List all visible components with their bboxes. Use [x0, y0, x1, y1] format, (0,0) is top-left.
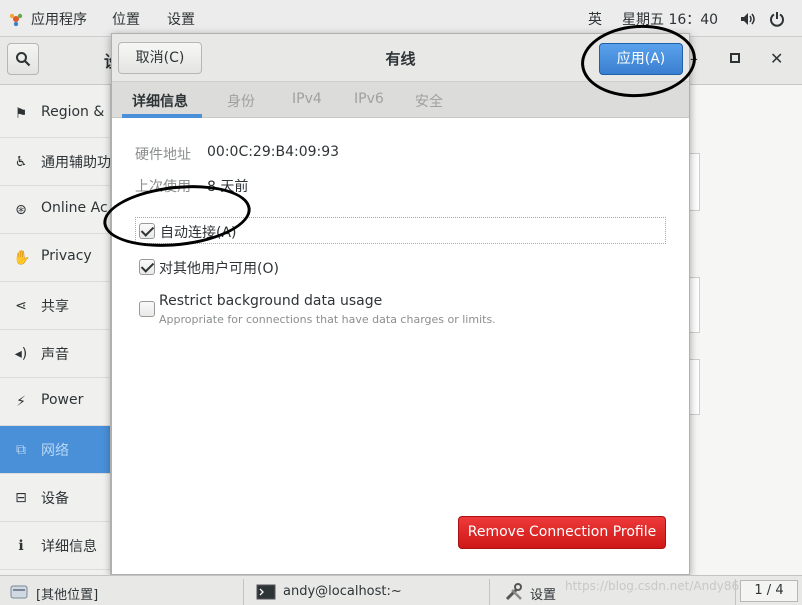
sidebar-item-network[interactable]: ⧉ 网络: [0, 426, 110, 474]
sidebar-item-label: 设备: [41, 491, 69, 507]
sidebar-item-online-accounts[interactable]: ⊛ Online Ac: [0, 186, 110, 234]
auto-connect-label[interactable]: 自动连接(A): [160, 222, 237, 242]
task-label: 设置: [530, 588, 557, 603]
active-tab-indicator: [122, 114, 202, 118]
sidebar-item-label: 通用辅助功: [41, 155, 111, 171]
tools-icon: [505, 583, 522, 601]
task-label: andy@localhost:~: [283, 584, 402, 599]
devices-icon: ⊟: [15, 490, 27, 506]
hardware-address-value: 00:0C:29:B4:09:93: [207, 144, 340, 160]
network-icon: ⧉: [16, 442, 26, 458]
dialog-tabs: 详细信息 身份 IPv4 IPv6 安全: [112, 82, 689, 118]
sidebar-item-power[interactable]: ⚡ Power: [0, 378, 110, 426]
tab-ipv6[interactable]: IPv6: [354, 91, 384, 107]
taskbar: [其他位置] andy@localhost:~ 设置 https://blog.…: [0, 575, 802, 605]
sidebar-item-label: 详细信息: [41, 539, 97, 555]
applications-menu[interactable]: 应用程序: [31, 9, 87, 29]
hardware-address-label: 硬件地址: [135, 147, 191, 163]
restrict-background-description: Appropriate for connections that have da…: [159, 313, 496, 326]
task-terminal[interactable]: andy@localhost:~: [246, 579, 490, 605]
maximize-icon[interactable]: [730, 53, 740, 63]
sidebar-item-label: Power: [41, 392, 84, 408]
places-menu[interactable]: 位置: [112, 9, 140, 29]
sidebar-item-sound[interactable]: ◂) 声音: [0, 330, 110, 378]
task-label: [其他位置]: [36, 588, 99, 603]
top-bar: 应用程序 位置 设置 英 星期五 16：40: [0, 0, 802, 37]
settings-menu[interactable]: 设置: [167, 9, 195, 29]
input-method-indicator[interactable]: 英: [588, 9, 602, 29]
sidebar-item-label: 网络: [41, 443, 69, 459]
online-accounts-icon: ⊛: [15, 202, 27, 218]
settings-sidebar: ⚑ Region & L ♿ 通用辅助功 ⊛ Online Ac ✋ Priva…: [0, 85, 111, 575]
all-users-checkbox[interactable]: [139, 259, 155, 275]
restrict-background-checkbox[interactable]: [139, 301, 155, 317]
power-plug-icon: ⚡: [16, 394, 26, 410]
watermark: https://blog.csdn.net/Andy86666: [565, 579, 763, 593]
volume-icon[interactable]: [740, 12, 756, 26]
power-icon[interactable]: [769, 11, 785, 27]
search-button[interactable]: [7, 43, 39, 75]
search-icon: [16, 52, 31, 67]
tab-ipv4[interactable]: IPv4: [292, 91, 322, 107]
last-used-label: 上次使用: [135, 179, 191, 195]
sidebar-item-accessibility[interactable]: ♿ 通用辅助功: [0, 138, 111, 186]
sidebar-item-sharing[interactable]: ⋖ 共享: [0, 282, 110, 330]
terminal-icon: [256, 584, 276, 600]
auto-connect-checkbox[interactable]: [139, 223, 155, 239]
sidebar-item-privacy[interactable]: ✋ Privacy: [0, 234, 110, 282]
all-users-label[interactable]: 对其他用户可用(O): [159, 258, 279, 278]
last-used-value: 8 天前: [207, 179, 249, 195]
tab-identity[interactable]: 身份: [227, 91, 255, 111]
sidebar-item-label: Online Ac: [41, 200, 108, 216]
applications-menu-icon: [9, 13, 23, 27]
sidebar-item-label: Privacy: [41, 248, 92, 264]
clock[interactable]: 星期五 16：40: [622, 9, 718, 29]
wired-connection-dialog: 取消(C) 有线 应用(A) 详细信息 身份 IPv4 IPv6 安全 硬件地址…: [111, 33, 690, 575]
sidebar-item-details[interactable]: ℹ 详细信息: [0, 522, 110, 570]
flag-icon: ⚑: [14, 106, 28, 122]
tab-security[interactable]: 安全: [415, 91, 443, 111]
file-manager-icon: [10, 585, 28, 599]
apply-button[interactable]: 应用(A): [599, 43, 683, 75]
remove-connection-button[interactable]: Remove Connection Profile: [458, 516, 666, 549]
speaker-icon: ◂): [14, 346, 28, 362]
tab-details[interactable]: 详细信息: [132, 91, 188, 111]
sidebar-item-label: 共享: [41, 299, 69, 315]
sidebar-item-label: Region & L: [41, 104, 111, 120]
accessibility-icon: ♿: [14, 154, 28, 170]
task-other-places[interactable]: [其他位置]: [0, 579, 244, 605]
sidebar-item-devices[interactable]: ⊟ 设备: [0, 474, 110, 522]
restrict-background-label[interactable]: Restrict background data usage: [159, 293, 382, 309]
close-icon[interactable]: ✕: [770, 49, 783, 68]
dialog-header: 取消(C) 有线 应用(A): [112, 34, 689, 82]
workspace-pager[interactable]: 1 / 4: [740, 580, 798, 602]
sidebar-item-region[interactable]: ⚑ Region & L: [0, 90, 111, 138]
share-icon: ⋖: [15, 298, 27, 314]
hand-icon: ✋: [13, 250, 31, 266]
sidebar-item-label: 声音: [41, 347, 69, 363]
info-icon: ℹ: [18, 538, 24, 554]
